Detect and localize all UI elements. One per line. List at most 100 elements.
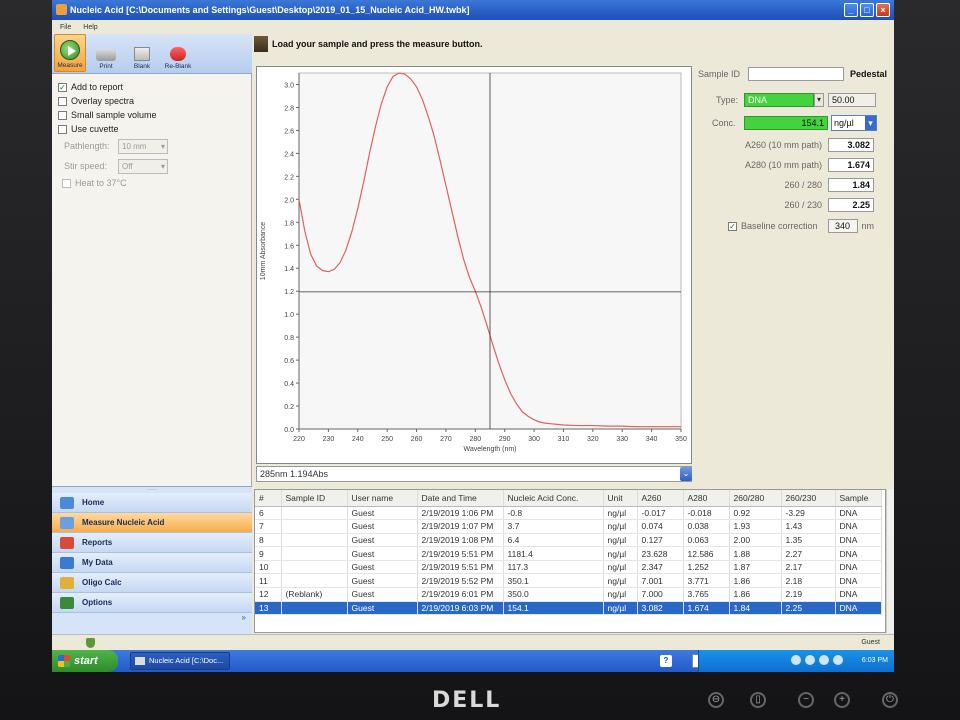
column-header[interactable]: A280: [683, 490, 730, 507]
heat-label: Heat to 37°C: [75, 178, 127, 188]
table-cell: ng/µl: [603, 533, 638, 548]
spectrum-chart: 0.0 0.2 0.4 0.6 0.8 1.0 1.2 1.4 1.6 1.8 2.0 2.2 2.4 2…: [256, 66, 692, 464]
monitor-power-button[interactable]: ⏻: [882, 692, 898, 708]
close-button[interactable]: ×: [876, 3, 890, 17]
message-bar: Load your sample and press the measure b…: [252, 34, 894, 54]
table-cell: ng/µl: [603, 560, 638, 575]
options-panel: Measure Print Blank Re-Blank ✓ Add to re…: [52, 34, 252, 486]
a260-label: A260 (10 mm path): [744, 140, 822, 150]
monitor-minus-button[interactable]: −: [798, 692, 814, 708]
type-factor: 50.00: [828, 93, 876, 107]
monitor-input-button[interactable]: ⊖: [708, 692, 724, 708]
use-cuvette-checkbox[interactable]: [58, 124, 67, 134]
table-cell: 2/19/2019 1:08 PM: [417, 533, 504, 548]
taskbar-item-nucleic-acid[interactable]: Nucleic Acid [C:\Doc...: [130, 652, 230, 670]
table-cell: 2.27: [781, 546, 836, 561]
monitor-menu-button[interactable]: ▯: [750, 692, 766, 708]
nav-my-data[interactable]: My Data: [52, 553, 252, 573]
baseline-checkbox[interactable]: ✓: [728, 221, 737, 231]
use-cuvette-option[interactable]: Use cuvette: [58, 122, 248, 136]
table-header-row: # Sample ID User name Date and Time Nucleic …: [255, 490, 882, 507]
small-sample-option[interactable]: Small sample volume: [58, 108, 248, 122]
tray-icon[interactable]: [819, 655, 829, 665]
table-cell: 7: [255, 519, 282, 534]
table-row[interactable]: 8 Guest 2/19/2019 1:08 PM 6.4 ng/µl 0.127 0.06…: [255, 533, 882, 548]
table-row[interactable]: 11 Guest 2/19/2019 5:52 PM 350.1 ng/µl 7.001 3…: [255, 573, 882, 589]
reblank-button[interactable]: Re-Blank: [162, 34, 194, 72]
table-cell: 6: [255, 506, 282, 521]
overlay-spectra-checkbox[interactable]: [58, 96, 67, 106]
column-header[interactable]: Nucleic Acid Conc.: [503, 490, 604, 507]
table-row[interactable]: 7 Guest 2/19/2019 1:07 PM 3.7 ng/µl 0.074 0.03…: [255, 519, 882, 534]
measure-button[interactable]: Measure: [54, 34, 86, 72]
nav-home[interactable]: Home: [52, 493, 252, 513]
help-button[interactable]: ?: [660, 655, 672, 667]
table-cell: 1181.4: [503, 546, 604, 561]
table-row[interactable]: 9 Guest 2/19/2019 5:51 PM 1181.4 ng/µl 23.628…: [255, 546, 882, 561]
column-header[interactable]: 260/280: [729, 490, 782, 507]
maximize-button[interactable]: □: [860, 3, 874, 17]
monitor-plus-button[interactable]: +: [834, 692, 850, 708]
nav-collapse-button[interactable]: »: [52, 613, 252, 623]
start-button[interactable]: start: [52, 650, 118, 672]
print-button[interactable]: Print: [90, 34, 122, 72]
nav-oligo-calc[interactable]: Oligo Calc: [52, 573, 252, 593]
x-tick-label: 240: [352, 436, 364, 443]
chevron-down-icon[interactable]: ⌄: [680, 467, 692, 481]
screen: Nucleic Acid [C:\Documents and Settings\…: [52, 0, 894, 672]
minimize-button[interactable]: _: [844, 3, 858, 17]
y-tick-label: 2.6: [284, 128, 294, 135]
x-tick-label: 280: [469, 436, 481, 443]
conc-unit-select[interactable]: ng/µl ▾: [831, 115, 877, 131]
tray-icon[interactable]: [833, 655, 843, 665]
add-to-report-option[interactable]: ✓ Add to report: [58, 80, 248, 94]
clock: 6:03 PM: [861, 657, 888, 664]
column-header[interactable]: 260/230: [781, 490, 836, 507]
y-tick-label: 1.8: [284, 220, 294, 227]
baseline-unit: nm: [861, 221, 875, 231]
column-header[interactable]: A260: [637, 490, 684, 507]
overlay-spectra-option[interactable]: Overlay spectra: [58, 94, 248, 108]
ratio-260-230-label: 260 / 230: [784, 200, 822, 210]
menu-help[interactable]: Help: [83, 24, 97, 31]
column-header[interactable]: User name: [347, 490, 418, 507]
column-header[interactable]: Sample: [835, 490, 882, 507]
table-row[interactable]: 6 Guest 2/19/2019 1:06 PM -0.8 ng/µl -0.017 -0…: [255, 506, 882, 521]
table-cell: 2/19/2019 6:01 PM: [417, 587, 504, 602]
tray-icon[interactable]: [805, 655, 815, 665]
nav-my-data-label: My Data: [82, 558, 113, 567]
table-cell: 3.765: [683, 587, 730, 602]
table-cell: 2/19/2019 5:51 PM: [417, 560, 504, 575]
small-sample-checkbox[interactable]: [58, 110, 67, 120]
type-select[interactable]: DNA: [744, 93, 814, 107]
table-row[interactable]: 10 Guest 2/19/2019 5:51 PM 117.3 ng/µl 2.347 1…: [255, 560, 882, 575]
table-row[interactable]: 13 Guest 2/19/2019 6:03 PM 154.1 ng/µl 3.082 1…: [255, 601, 882, 616]
table-cell: 7.000: [637, 587, 684, 602]
a280-label: A280 (10 mm path): [744, 160, 822, 170]
nav-options[interactable]: Options: [52, 593, 252, 613]
nav-measure-nucleic-acid[interactable]: Measure Nucleic Acid: [52, 513, 252, 533]
table-cell: Guest: [347, 601, 418, 616]
blank-button[interactable]: Blank: [126, 34, 158, 72]
nav-reports[interactable]: Reports: [52, 533, 252, 553]
table-scrollbar[interactable]: [886, 489, 894, 633]
baseline-input[interactable]: 340: [827, 219, 858, 233]
column-header[interactable]: Sample ID: [281, 490, 348, 507]
column-header[interactable]: Unit: [603, 490, 638, 507]
table-cell: 12.586: [683, 546, 730, 561]
column-header[interactable]: #: [255, 490, 282, 507]
table-cell: 9: [255, 546, 282, 561]
column-header[interactable]: Date and Time: [417, 490, 504, 507]
table-cell: 2/19/2019 1:07 PM: [417, 519, 504, 534]
add-to-report-checkbox[interactable]: ✓: [58, 82, 67, 92]
table-row[interactable]: 12 (Reblank) Guest 2/19/2019 6:01 PM 350.0 ng…: [255, 587, 882, 602]
ratio-260-280-label: 260 / 280: [784, 180, 822, 190]
menu-file[interactable]: File: [60, 24, 71, 31]
sample-id-input[interactable]: [748, 67, 844, 81]
table-cell: 2.00: [729, 533, 782, 548]
results-panel: Sample ID Pedestal Type: DNA ▾ 50.00 Con…: [694, 62, 894, 302]
table-cell: (Reblank): [281, 587, 348, 602]
chevron-down-icon[interactable]: ▾: [814, 93, 824, 107]
table-cell: 23.628: [637, 546, 684, 561]
tray-icon[interactable]: [791, 655, 801, 665]
